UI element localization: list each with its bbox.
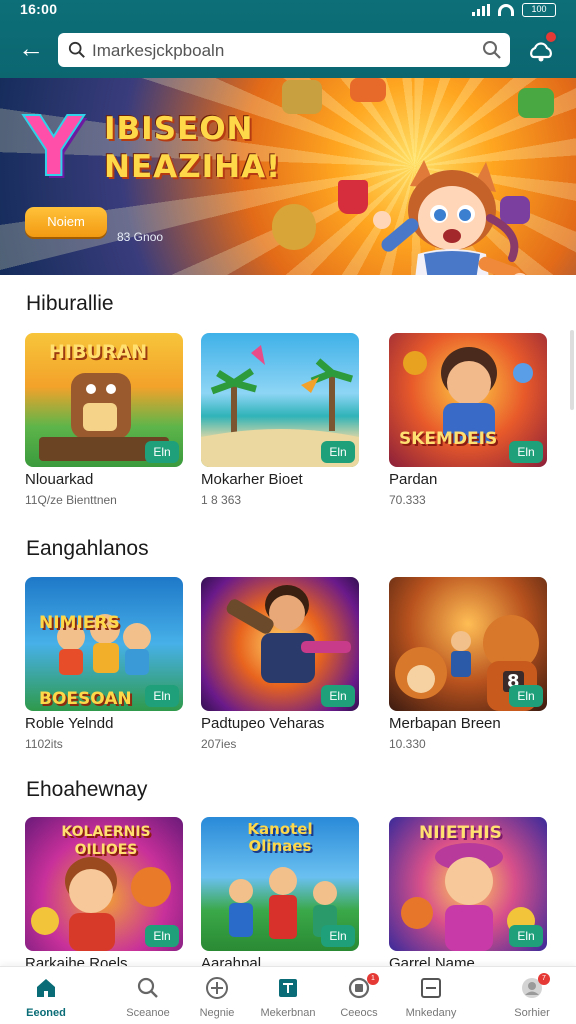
- search-icon: [68, 41, 85, 58]
- game-thumbnail: KOLAERNIS OILIOES Eln: [25, 817, 183, 951]
- game-art-text: Kanotel Olinaes: [247, 820, 313, 855]
- game-thumbnail: NIMIERS BOESOAN Eln: [25, 577, 183, 711]
- section-title: Ehoahewnay: [26, 778, 148, 801]
- search-bar[interactable]: Imarkesjckpboaln: [58, 33, 510, 67]
- add-circle-icon: [206, 977, 228, 999]
- game-thumbnail: NIIETHIS Eln: [389, 817, 547, 951]
- notification-button[interactable]: [526, 30, 558, 66]
- game-thumbnail: SKEMDEIS Eln: [389, 333, 547, 467]
- game-title: Mokarher Bioet: [201, 471, 303, 488]
- nav-label: Eeoned: [26, 1007, 66, 1019]
- game-meta: 10.330: [389, 737, 426, 751]
- game-tag-badge: Eln: [509, 441, 543, 463]
- home-icon: [37, 979, 55, 997]
- game-thumbnail: 8 Eln: [389, 577, 547, 711]
- game-title: Nlouarkad: [25, 471, 94, 488]
- game-title: Roble Yelndd: [25, 715, 114, 732]
- floating-cup-prop: [282, 80, 322, 114]
- search-icon: [137, 977, 158, 998]
- game-tag-badge: Eln: [321, 685, 355, 707]
- section-title: Hiburallie: [26, 292, 114, 315]
- game-meta: 1 8 363: [201, 493, 242, 507]
- nav-item-home[interactable]: Eeoned: [0, 967, 94, 1024]
- game-tag-badge: Eln: [509, 925, 543, 947]
- game-art-text: SKEMDEIS: [399, 429, 498, 449]
- search-submit-icon[interactable]: [482, 40, 502, 60]
- game-tag-badge: Eln: [145, 685, 179, 707]
- nav-badge: 1: [367, 973, 379, 985]
- game-tag-badge: Eln: [145, 925, 179, 947]
- hero-title-line-1: IBISEON: [104, 111, 254, 147]
- status-time: 16:00: [20, 1, 58, 17]
- game-card[interactable]: NIMIERS BOESOAN Eln Roble Yelndd 1102its: [25, 577, 183, 751]
- battery-icon: 100: [522, 3, 556, 17]
- hero-character-illustration: [373, 160, 526, 275]
- game-title: Pardan: [389, 471, 438, 488]
- nav-item-inbox[interactable]: Mnkedany: [383, 967, 479, 1024]
- hero-title: IBISEON NEAZIHA!: [104, 110, 364, 186]
- hero-logo-mark: Y: [23, 100, 84, 195]
- game-art-text: KOLAERNIS OILIOES: [61, 824, 151, 858]
- wifi-icon: [498, 4, 514, 16]
- game-card[interactable]: NIIETHIS Eln Garrel Name: [389, 817, 547, 972]
- game-meta: 1102its: [25, 737, 63, 751]
- hero-title-line-2: NEAZIHA!: [104, 149, 282, 185]
- game-tag-badge: Eln: [145, 441, 179, 463]
- floating-cup-prop: [272, 204, 316, 250]
- floating-cup-prop: [350, 78, 386, 102]
- back-arrow-icon[interactable]: ←: [18, 35, 44, 62]
- app-screen: 16:00 100 ← Imarkesjckpboaln Y IBISEON N…: [0, 0, 576, 1024]
- game-thumbnail: Eln: [201, 333, 359, 467]
- signal-icon: [472, 4, 490, 16]
- hero-count-text: 83 Gnoo: [117, 230, 164, 244]
- game-meta: 207ies: [201, 737, 237, 751]
- scrollbar[interactable]: [570, 330, 574, 410]
- game-meta: 70.333: [389, 493, 426, 507]
- game-thumbnail: HIBURAN Eln: [25, 333, 183, 467]
- game-card[interactable]: HIBURAN Eln Nlouarkad 11Q/ze Bienttnen: [25, 333, 183, 507]
- status-icons: 100: [472, 3, 556, 17]
- hero-banner[interactable]: Y IBISEON NEAZIHA! Noiem 83 Gnoo: [0, 78, 576, 275]
- game-tag-badge: Eln: [321, 925, 355, 947]
- game-title: Merbapan Breen: [389, 715, 501, 732]
- nav-label: Mnkedany: [405, 1007, 457, 1019]
- section-title: Eangahlanos: [26, 537, 149, 560]
- library-icon: [279, 979, 297, 997]
- top-bar: 16:00 100 ← Imarkesjckpboaln: [0, 0, 576, 78]
- game-card[interactable]: Eln Padtupeo Veharas 207ies: [201, 577, 359, 751]
- nav-item-profile[interactable]: 7 Sorhier: [484, 967, 576, 1024]
- inbox-icon: [421, 978, 441, 998]
- game-tag-badge: Eln: [509, 685, 543, 707]
- game-card[interactable]: KOLAERNIS OILIOES Eln Rarkaihe Roels: [25, 817, 183, 972]
- nav-badge: 7: [538, 973, 550, 985]
- game-card[interactable]: Kanotel Olinaes Eln Aarahpal: [201, 817, 359, 972]
- game-thumbnail: Eln: [201, 577, 359, 711]
- game-card[interactable]: SKEMDEIS Eln Pardan 70.333: [389, 333, 547, 507]
- game-title: Padtupeo Veharas: [201, 715, 325, 732]
- game-art-text: HIBURAN: [49, 341, 148, 363]
- game-tag-badge: Eln: [321, 441, 355, 463]
- notification-badge: [544, 30, 558, 44]
- game-card[interactable]: 8 Eln Merbapan Breen 10.330: [389, 577, 547, 751]
- bottom-navigation: Eeoned Sceanoe Negnie Mekerbnan 1 Ceeocs…: [0, 966, 576, 1024]
- status-bar: 16:00 100: [0, 0, 576, 20]
- game-card[interactable]: Eln Mokarher Bioet 1 8 363: [201, 333, 359, 507]
- search-input[interactable]: Imarkesjckpboaln: [92, 41, 224, 61]
- hero-cta-button[interactable]: Noiem: [25, 207, 107, 237]
- floating-cup-prop: [518, 88, 554, 118]
- game-meta: 11Q/ze Bienttnen: [25, 493, 117, 507]
- nav-label: Sorhier: [514, 1007, 550, 1019]
- game-art-text: NIIETHIS: [419, 823, 502, 843]
- game-thumbnail: Kanotel Olinaes Eln: [201, 817, 359, 951]
